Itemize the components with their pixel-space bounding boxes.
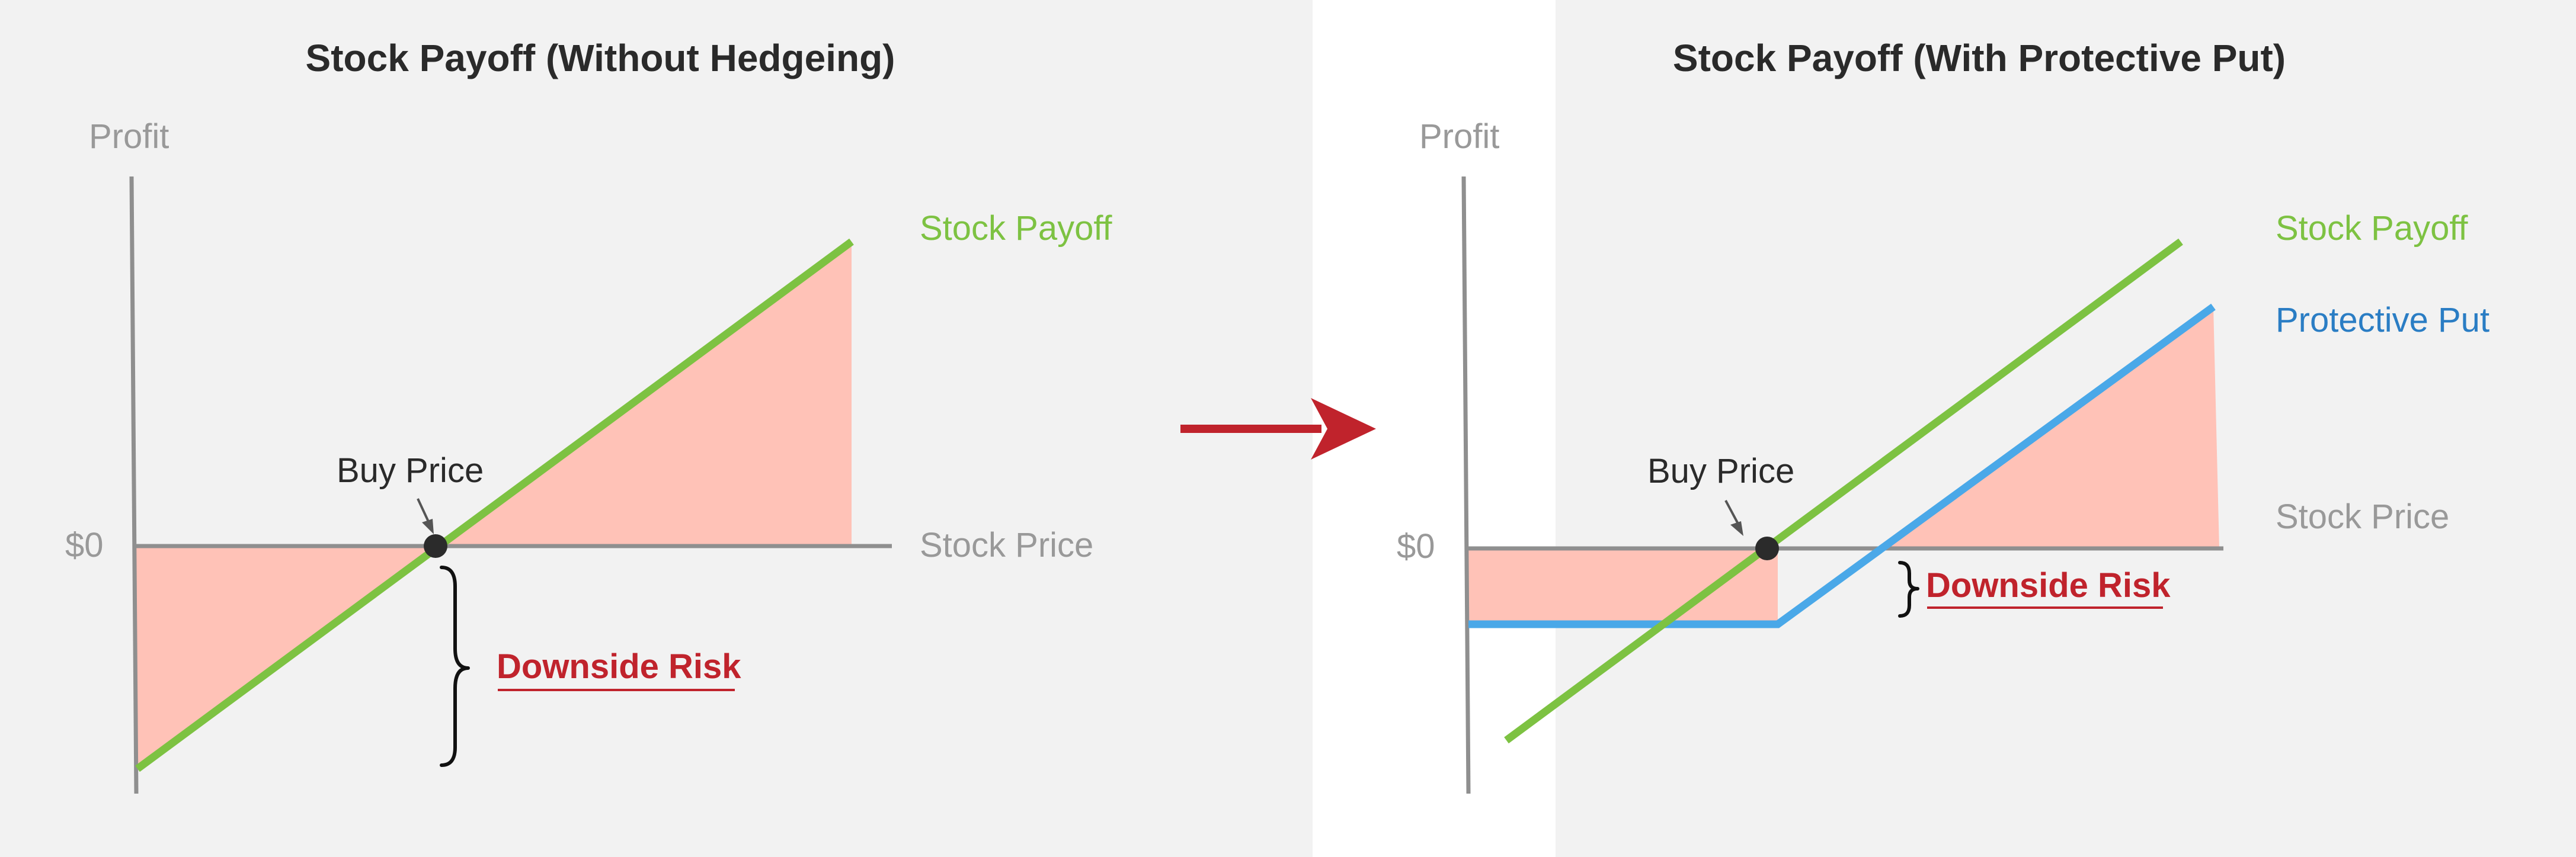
left-buy-price-point — [424, 534, 447, 558]
left-buy-price-label: Buy Price — [337, 451, 484, 490]
left-y-axis-label: Profit — [89, 117, 169, 156]
left-panel-title: Stock Payoff (Without Hedgeing) — [306, 37, 895, 79]
right-y-axis-label: Profit — [1419, 117, 1499, 156]
right-downside-risk-area — [1468, 548, 1778, 624]
right-zero-label: $0 — [1397, 527, 1435, 566]
right-buy-price-point — [1755, 537, 1779, 560]
left-x-axis-label: Stock Price — [920, 526, 1093, 564]
right-panel-title: Stock Payoff (With Protective Put) — [1673, 37, 2286, 79]
left-downside-risk-label: Downside Risk — [497, 647, 741, 686]
payoff-comparison-diagram: Stock Payoff (Without Hedgeing) Profit $… — [0, 0, 2576, 857]
right-series-label-protective-put: Protective Put — [2276, 301, 2489, 339]
right-series-label-stock-payoff: Stock Payoff — [2276, 209, 2468, 248]
left-zero-label: $0 — [65, 526, 104, 564]
left-series-label-stock-payoff: Stock Payoff — [920, 209, 1112, 248]
right-x-axis-label: Stock Price — [2276, 497, 2449, 536]
right-downside-risk-label: Downside Risk — [1926, 566, 2171, 605]
right-buy-price-label: Buy Price — [1647, 452, 1794, 490]
